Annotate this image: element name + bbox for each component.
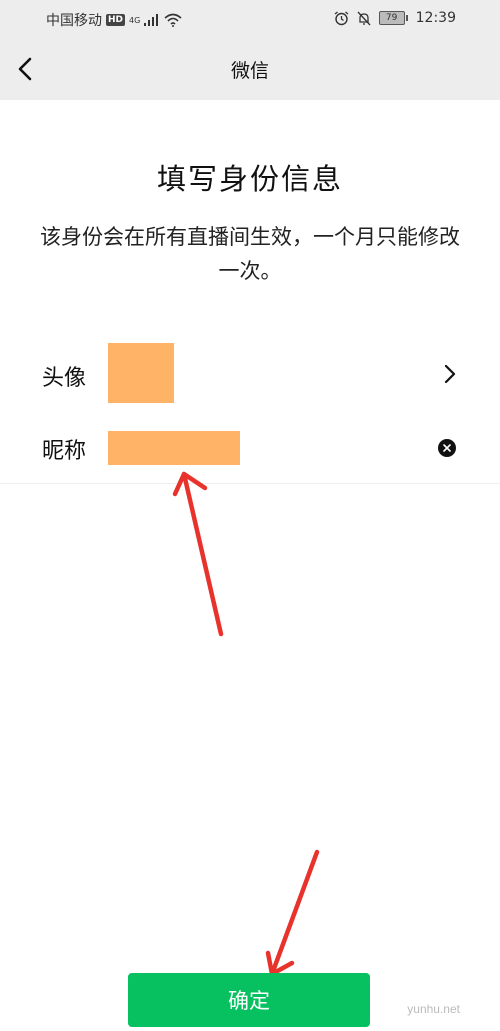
clear-icon xyxy=(443,444,451,452)
watermark: yunhu.net xyxy=(407,1002,460,1016)
alarm-icon xyxy=(334,10,349,25)
signal-icon xyxy=(144,14,159,26)
avatar-label: 头像 xyxy=(42,366,87,391)
mute-icon xyxy=(357,11,371,25)
annotation-arrow-nickname xyxy=(172,471,224,637)
title-bar: 微信 xyxy=(0,38,500,100)
avatar-image[interactable] xyxy=(108,343,174,403)
annotation-arrows xyxy=(172,471,320,977)
nickname-input[interactable] xyxy=(108,431,240,465)
nickname-row: 昵称 xyxy=(0,418,500,480)
network-label: 4G xyxy=(129,15,141,25)
annotation-arrow-confirm xyxy=(265,849,320,977)
status-bar: 中国移动 HD 4G 79 12:39 xyxy=(0,0,500,38)
battery-level: 79 xyxy=(378,11,405,25)
page-heading: 填写身份信息 xyxy=(156,162,343,196)
wifi-icon xyxy=(164,13,182,27)
page-description: 该身份会在所有直播间生效，一个月只能修改一次。 xyxy=(40,225,460,283)
battery-icon: 79 xyxy=(378,11,408,25)
chevron-right-icon[interactable] xyxy=(440,362,460,386)
clear-button[interactable] xyxy=(438,439,456,457)
nickname-label: 昵称 xyxy=(42,439,87,464)
status-bar-right: 79 12:39 xyxy=(334,10,456,26)
nav-title: 微信 xyxy=(230,60,269,82)
status-time: 12:39 xyxy=(415,10,456,26)
carrier-name: 中国移动 xyxy=(46,13,102,29)
avatar-row[interactable]: 头像 xyxy=(0,340,500,412)
form-divider xyxy=(0,483,500,484)
hd-badge: HD xyxy=(106,14,126,26)
confirm-button[interactable]: 确定 xyxy=(128,973,370,1027)
status-bar-left: 中国移动 HD 4G xyxy=(46,10,182,30)
